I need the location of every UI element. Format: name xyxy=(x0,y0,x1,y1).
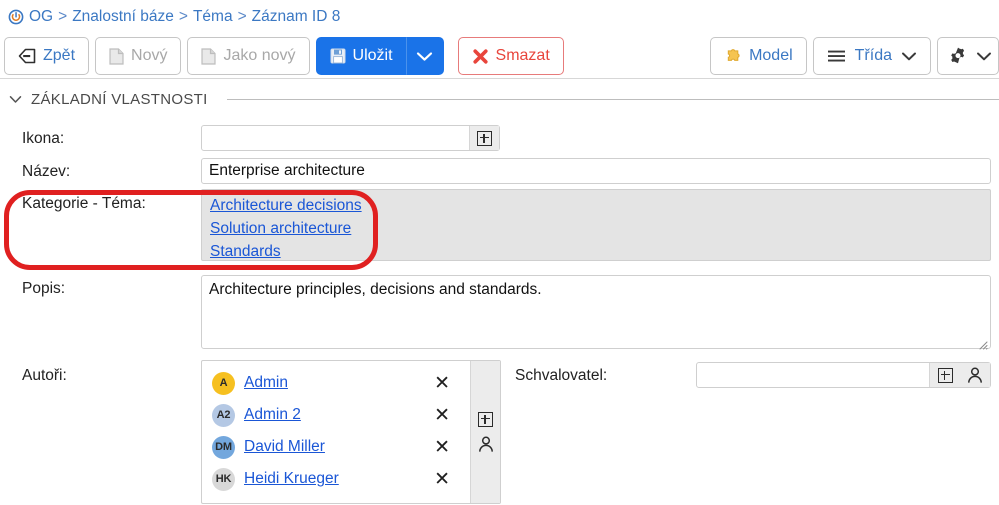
author-name-link[interactable]: Admin 2 xyxy=(244,406,301,424)
description-textarea[interactable] xyxy=(201,275,991,349)
back-arrow-icon xyxy=(18,48,36,64)
chevron-down-icon[interactable] xyxy=(9,95,22,104)
toolbar-left-group: Zpět Nový Jako nový xyxy=(4,37,564,75)
section-title: ZÁKLADNÍ VLASTNOSTI xyxy=(31,91,208,108)
form: Ikona: Název: Kategorie - Téma: Architec… xyxy=(0,118,999,505)
toolbar-right-group: Model Třída xyxy=(710,37,999,75)
person-icon xyxy=(967,367,983,384)
model-button-label: Model xyxy=(749,48,793,64)
delete-button-label: Smazat xyxy=(496,48,550,64)
new-button[interactable]: Nový xyxy=(95,37,181,75)
form-row-name: Název: xyxy=(0,154,999,186)
authors-side-actions xyxy=(470,361,500,503)
save-button[interactable]: Uložit xyxy=(316,37,406,75)
chevron-down-icon xyxy=(976,51,992,62)
description-field-label: Popis: xyxy=(22,280,65,298)
breadcrumb-item-0[interactable]: OG xyxy=(29,8,53,26)
remove-author-button[interactable]: ✕ xyxy=(434,438,450,457)
form-row-category: Kategorie - Téma: Architecture decisions… xyxy=(0,186,999,271)
new-as-button-label: Jako nový xyxy=(223,48,295,64)
avatar: HK xyxy=(212,468,235,491)
author-name-link[interactable]: Heidi Krueger xyxy=(244,470,339,488)
category-link-2[interactable]: Standards xyxy=(210,240,281,263)
record-detail-page: OG > Znalostní báze > Téma > Záznam ID 8… xyxy=(0,0,999,505)
breadcrumb-separator: > xyxy=(58,8,67,26)
avatar: DM xyxy=(212,436,235,459)
approver-side-actions xyxy=(929,363,990,387)
author-row[interactable]: HK Heidi Krueger ✕ xyxy=(202,463,470,495)
class-button-label: Třída xyxy=(855,48,892,64)
icon-field-label: Ikona: xyxy=(22,130,64,148)
page-icon xyxy=(109,48,124,65)
puzzle-piece-icon xyxy=(724,48,742,65)
class-button[interactable]: Třída xyxy=(813,37,931,75)
category-link-1[interactable]: Solution architecture xyxy=(210,217,351,240)
chevron-down-icon xyxy=(901,51,917,62)
save-split-button: Uložit xyxy=(316,37,444,75)
delete-button[interactable]: Smazat xyxy=(458,37,564,75)
authors-field: A Admin ✕ A2 Admin 2 ✕ DM David Miller ✕ xyxy=(201,360,501,504)
breadcrumb-separator: > xyxy=(238,8,247,26)
approver-person-button[interactable] xyxy=(960,367,990,384)
floppy-disk-icon xyxy=(330,48,346,64)
name-field xyxy=(201,158,991,184)
settings-button[interactable] xyxy=(937,37,999,75)
breadcrumb: OG > Znalostní báze > Téma > Záznam ID 8 xyxy=(0,0,999,34)
chevron-down-icon xyxy=(416,51,433,62)
author-row[interactable]: A2 Admin 2 ✕ xyxy=(202,399,470,431)
author-name-link[interactable]: David Miller xyxy=(244,438,325,456)
author-name-link[interactable]: Admin xyxy=(244,374,288,392)
breadcrumb-item-3[interactable]: Záznam ID 8 xyxy=(252,8,341,26)
box-plus-icon xyxy=(477,131,492,146)
avatar: A xyxy=(212,372,235,395)
save-dropdown-button[interactable] xyxy=(406,37,444,75)
back-button[interactable]: Zpět xyxy=(4,37,89,75)
category-field-label: Kategorie - Téma: xyxy=(22,195,146,213)
page-icon xyxy=(201,48,216,65)
person-icon[interactable] xyxy=(478,436,494,453)
breadcrumb-separator: > xyxy=(179,8,188,26)
save-button-label: Uložit xyxy=(353,48,393,64)
form-row-authors: Autoři: A Admin ✕ A2 Admin 2 ✕ DM xyxy=(0,357,999,505)
section-divider xyxy=(227,99,999,100)
og-logo-icon xyxy=(8,9,24,25)
model-button[interactable]: Model xyxy=(710,37,807,75)
section-header-basic-properties[interactable]: ZÁKLADNÍ VLASTNOSTI xyxy=(0,86,999,112)
box-plus-icon[interactable] xyxy=(478,412,493,427)
toolbar: Zpět Nový Jako nový xyxy=(0,34,999,79)
back-button-label: Zpět xyxy=(43,48,75,64)
new-button-label: Nový xyxy=(131,48,167,64)
remove-author-button[interactable]: ✕ xyxy=(434,406,450,425)
approver-field-label: Schvalovatel: xyxy=(515,367,607,385)
author-row[interactable]: A Admin ✕ xyxy=(202,367,470,399)
authors-field-label: Autoři: xyxy=(22,367,67,385)
approver-add-button[interactable] xyxy=(930,368,960,383)
icon-input[interactable] xyxy=(201,125,500,151)
x-mark-icon xyxy=(472,48,489,65)
avatar: A2 xyxy=(212,404,235,427)
box-plus-icon xyxy=(938,368,953,383)
hamburger-menu-icon xyxy=(827,49,846,63)
remove-author-button[interactable]: ✕ xyxy=(434,470,450,489)
name-input[interactable] xyxy=(201,158,991,184)
breadcrumb-item-1[interactable]: Znalostní báze xyxy=(72,8,174,26)
breadcrumb-item-2[interactable]: Téma xyxy=(193,8,233,26)
new-as-button[interactable]: Jako nový xyxy=(187,37,309,75)
form-row-icon: Ikona: xyxy=(0,118,999,154)
category-link-0[interactable]: Architecture decisions xyxy=(210,194,362,217)
name-field-label: Název: xyxy=(22,163,70,181)
gear-icon xyxy=(949,47,967,65)
description-field xyxy=(201,275,991,349)
icon-field xyxy=(201,125,500,151)
author-row[interactable]: DM David Miller ✕ xyxy=(202,431,470,463)
form-row-description: Popis: xyxy=(0,271,999,357)
remove-author-button[interactable]: ✕ xyxy=(434,374,450,393)
icon-picker-button[interactable] xyxy=(469,126,499,150)
approver-field xyxy=(696,362,991,388)
category-field: Architecture decisions Solution architec… xyxy=(201,189,991,261)
authors-list: A Admin ✕ A2 Admin 2 ✕ DM David Miller ✕ xyxy=(202,361,470,503)
